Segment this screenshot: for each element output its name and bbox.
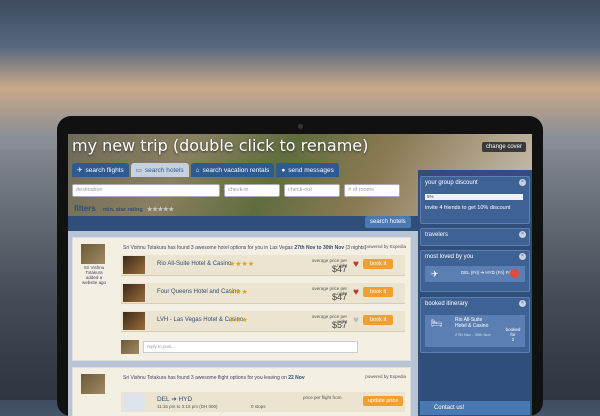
card-header: Sri Vishnu Totakura has found 3 awesome …	[123, 375, 305, 381]
app-screen: my new trip (double click to rename) cha…	[68, 134, 532, 416]
hotel-search-form: destination check-in check-out # of room…	[72, 184, 400, 197]
house-icon: ⌂	[195, 166, 200, 174]
price-label: price per flight from	[303, 395, 342, 400]
panel-title: travelers	[425, 232, 449, 238]
star-rating-label: min. star rating	[103, 207, 143, 213]
star-rating-filter[interactable]: ★★★★★	[147, 207, 174, 213]
contact-us-button[interactable]: Contact us!	[420, 401, 530, 415]
powered-by: powered by Expedia	[365, 374, 406, 379]
chat-icon: ●	[281, 166, 286, 174]
hotel-stars: ★★★	[229, 289, 248, 296]
laptop-frame: my new trip (double click to rename) cha…	[57, 116, 543, 416]
flight-route: DEL ➔ HYD	[157, 396, 193, 403]
most-loved-panel: most loved by you × ✈ DEL (Fri) ➔ HYD (F…	[420, 250, 530, 292]
avatar	[81, 374, 105, 394]
booked-itinerary-panel: booked itinerary × 🛏 Rio All-Suite Hotel…	[420, 297, 530, 353]
filters-section: filters min. star rating ★★★★★	[74, 204, 174, 213]
trip-sidebar: your group discount × 5% invite 4 friend…	[418, 170, 532, 416]
flight-row[interactable]: DEL ➔ HYD 11:15 pm to 3:15 pm (DH 000) 0…	[121, 392, 405, 412]
trip-title[interactable]: my new trip (double click to rename)	[72, 136, 368, 155]
card-header: Sri Vishnu Totakura has found 3 awesome …	[123, 245, 367, 251]
loved-item[interactable]: ✈ DEL (Fri) ➔ HYD (Fri) Fri	[425, 266, 525, 282]
book-it-button[interactable]: book it	[363, 287, 394, 297]
book-it-button[interactable]: book it	[363, 315, 394, 325]
tab-search-flights[interactable]: ✈ search flights	[72, 163, 129, 177]
heart-icon[interactable]	[510, 269, 519, 278]
tab-label: search flights	[85, 166, 124, 174]
bed-icon: ▭	[135, 167, 142, 174]
panel-title: booked itinerary	[425, 301, 468, 307]
hotel-row[interactable]: Four Queens Hotel and Casino ★★★ average…	[121, 283, 405, 304]
plane-icon: ✈	[431, 269, 439, 279]
plane-icon: ✈	[77, 167, 83, 174]
avatar	[81, 244, 105, 264]
panel-title: most loved by you	[425, 254, 474, 260]
reply-input[interactable]: reply to post...	[143, 341, 358, 353]
booked-for: booked for 2	[505, 327, 521, 342]
stay-nights: (3 nights)	[345, 245, 367, 251]
hotel-name[interactable]: Rio All-Suite Hotel & Casino	[157, 261, 231, 267]
powered-by: powered by Expedia	[365, 244, 406, 249]
invite-friends-link[interactable]: invite 4 friends to get 10% discount	[425, 205, 510, 211]
hotel-row[interactable]: LVH - Las Vegas Hotel & Casino ★★★ avera…	[121, 311, 405, 332]
search-hotels-button[interactable]: search hotels	[365, 216, 411, 228]
activity-feed: Sri Vishnu Totakura added a website ago …	[68, 231, 418, 416]
book-it-button[interactable]: book it	[363, 259, 394, 269]
flight-stops: 0 stops	[251, 404, 266, 409]
stay-dates: 27th Nov to 30th Nov	[294, 245, 345, 251]
user-sub: added a website ago	[81, 275, 107, 285]
panel-title: your group discount	[425, 180, 478, 186]
reply-avatar	[121, 340, 139, 354]
group-discount-panel: your group discount × 5% invite 4 friend…	[420, 176, 530, 224]
collapse-icon[interactable]: ×	[519, 179, 526, 186]
hotel-price: $57	[331, 320, 347, 330]
rooms-input[interactable]: # of rooms	[344, 184, 400, 197]
hotel-thumbnail	[123, 312, 145, 330]
filters-label: filters	[74, 204, 96, 213]
itinerary-item[interactable]: 🛏 Rio All-Suite Hotel & Casino 27th Nov …	[425, 315, 525, 347]
tab-label: send messages	[288, 166, 334, 174]
hotel-stars: ★★★	[229, 317, 248, 324]
travelers-panel: travelers ×	[420, 228, 530, 246]
checkin-input[interactable]: check-in	[224, 184, 280, 197]
flight-times: 11:15 pm to 3:15 pm (DH 000)	[157, 404, 218, 409]
hotel-options-card: Sri Vishnu Totakura added a website ago …	[72, 237, 411, 361]
hotel-price: $47	[331, 264, 347, 274]
itinerary-hotel: Rio All-Suite Hotel & Casino	[455, 317, 489, 329]
webcam	[298, 124, 303, 129]
heart-icon[interactable]: ♥	[353, 287, 359, 298]
collapse-icon[interactable]: ×	[519, 253, 526, 260]
flight-date: 22 Nov	[288, 375, 305, 381]
update-price-button[interactable]: update price	[363, 396, 404, 406]
booked-count: 2	[511, 337, 515, 342]
flight-options-card: Sri Vishnu Totakura has found 3 awesome …	[72, 367, 411, 416]
tab-label: search hotels	[144, 166, 184, 174]
hotel-name[interactable]: Four Queens Hotel and Casino	[157, 289, 240, 295]
tab-label: search vacation rentals	[202, 166, 270, 174]
tab-search-vacation-rentals[interactable]: ⌂ search vacation rentals	[190, 163, 275, 177]
tab-search-hotels[interactable]: ▭ search hotels	[130, 163, 189, 177]
hotel-thumbnail	[123, 284, 145, 302]
change-cover-button[interactable]: change cover	[481, 142, 526, 152]
discount-progress-label: 5%	[427, 194, 434, 199]
collapse-icon[interactable]: ×	[519, 231, 526, 238]
itinerary-dates: 27th Nov - 30th Nov	[455, 332, 491, 337]
hotel-price: $47	[331, 292, 347, 302]
destination-input[interactable]: destination	[72, 184, 220, 197]
hotel-row[interactable]: Rio All-Suite Hotel & Casino ★★★★ averag…	[121, 255, 405, 276]
loved-route: DEL (Fri) ➔ HYD (Fri) Fri	[461, 270, 511, 275]
airline-logo	[123, 393, 145, 411]
heart-icon[interactable]: ♥	[353, 259, 359, 270]
heart-icon[interactable]: ♥	[353, 315, 359, 326]
checkout-input[interactable]: check-out	[284, 184, 340, 197]
discount-progress-bar: 5%	[425, 194, 523, 200]
search-tabs: ✈ search flights ▭ search hotels ⌂ searc…	[72, 163, 339, 177]
hotel-thumbnail	[123, 256, 145, 274]
hotel-stars: ★★★★	[229, 261, 255, 268]
collapse-icon[interactable]: ×	[519, 300, 526, 307]
bed-icon: 🛏	[431, 318, 443, 328]
user-name: Sri Vishnu Totakura added a website ago	[81, 265, 107, 285]
tab-send-messages[interactable]: ● send messages	[276, 163, 339, 177]
